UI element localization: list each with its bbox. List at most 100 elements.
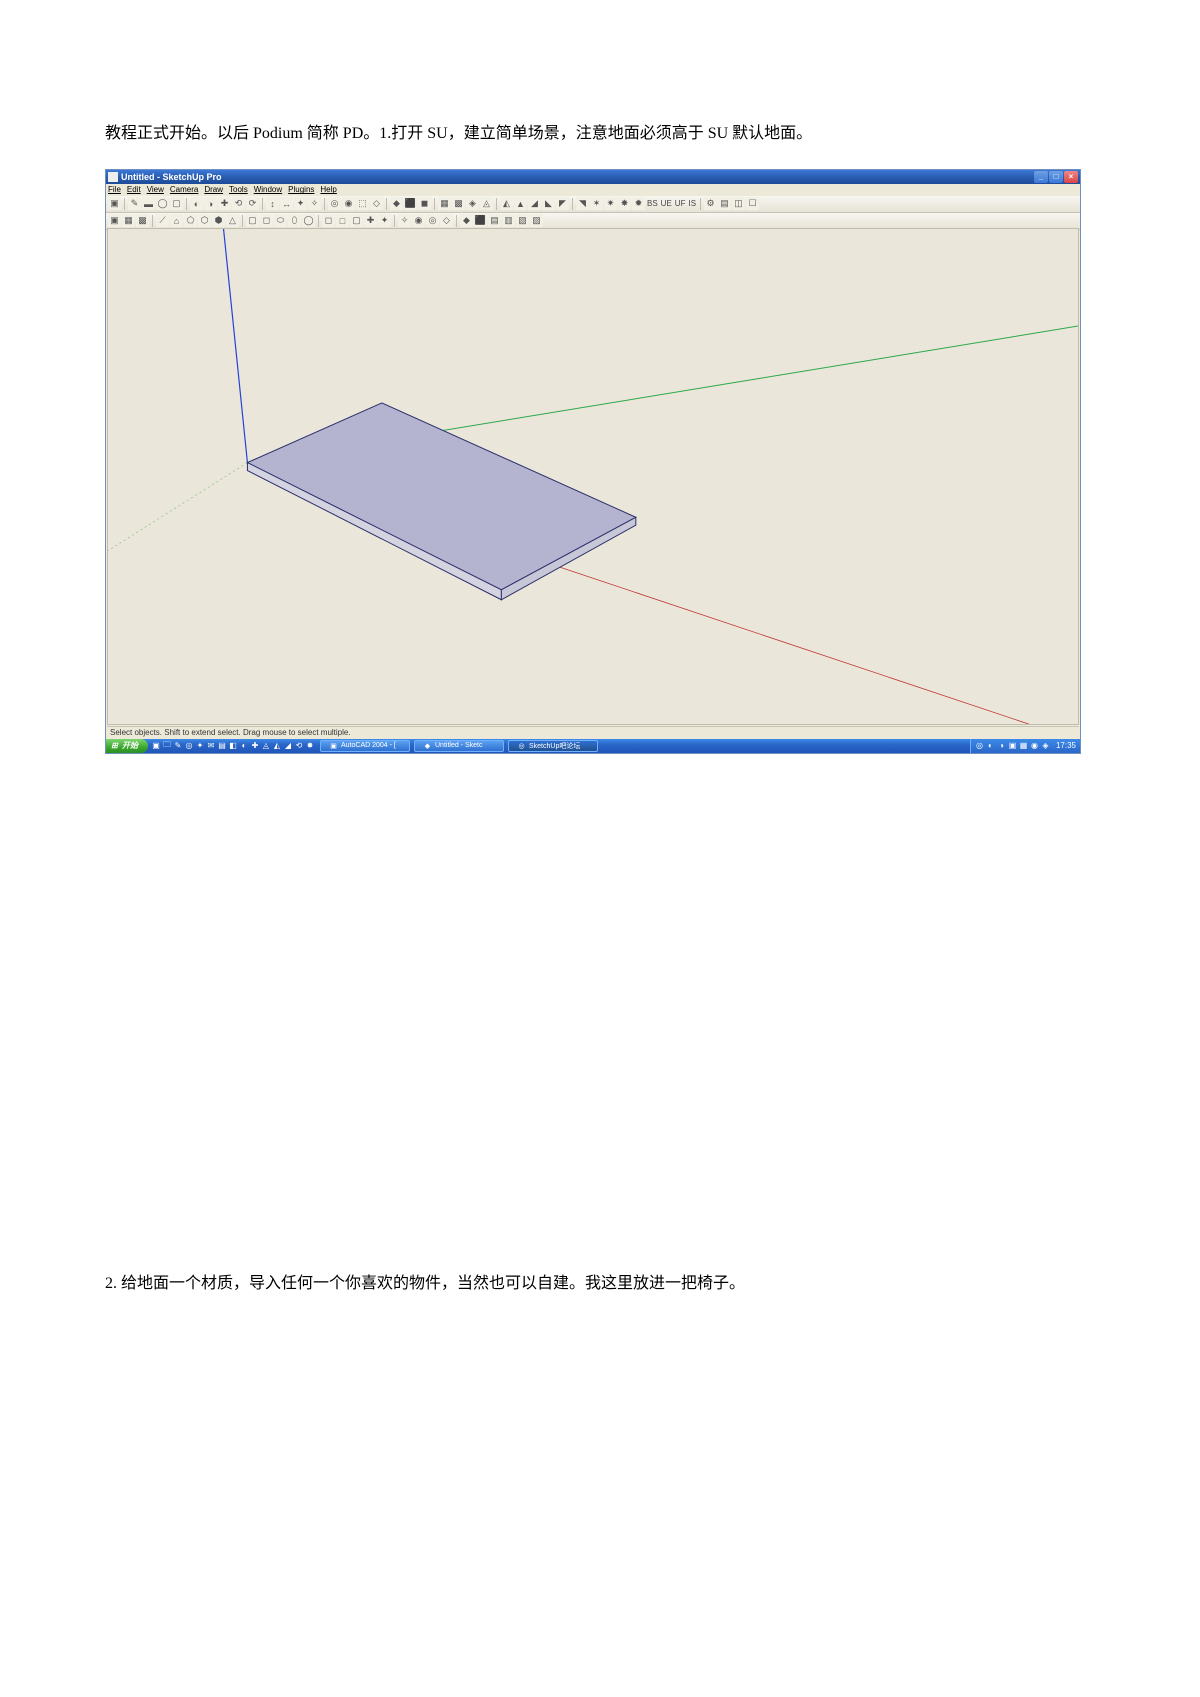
- toolbar1-tail-0[interactable]: ⚙: [704, 197, 717, 210]
- quicklaunch-item-7[interactable]: ◧: [228, 741, 238, 751]
- menu-file[interactable]: File: [108, 185, 121, 194]
- toolbar1-button-21[interactable]: ▦: [438, 197, 451, 210]
- toolbar2-button-28[interactable]: ▨: [530, 214, 543, 227]
- quicklaunch-item-8[interactable]: ◐: [239, 741, 249, 751]
- quicklaunch-item-9[interactable]: ✚: [250, 741, 260, 751]
- menu-draw[interactable]: Draw: [204, 185, 223, 194]
- toolbar1-button-27[interactable]: ◢: [528, 197, 541, 210]
- taskbar-task-0[interactable]: ▣AutoCAD 2004 - [: [320, 740, 410, 752]
- toolbar2-button-21[interactable]: ◎: [426, 214, 439, 227]
- quicklaunch-item-11[interactable]: ◭: [272, 741, 282, 751]
- toolbar2-button-12[interactable]: ⬯: [288, 214, 301, 227]
- toolbar1-button-28[interactable]: ◣: [542, 197, 555, 210]
- model-viewport[interactable]: [107, 228, 1079, 725]
- toolbar1-button-16[interactable]: ⬚: [356, 197, 369, 210]
- toolbar-label-uf[interactable]: UF: [674, 199, 687, 208]
- toolbar1-button-32[interactable]: ✷: [604, 197, 617, 210]
- toolbar1-button-22[interactable]: ▩: [452, 197, 465, 210]
- toolbar2-button-1[interactable]: ▦: [122, 214, 135, 227]
- menu-window[interactable]: Window: [254, 185, 282, 194]
- maximize-button[interactable]: □: [1049, 171, 1063, 183]
- toolbar1-button-26[interactable]: ▲: [514, 197, 527, 210]
- toolbar2-button-15[interactable]: □: [336, 214, 349, 227]
- toolbar2-button-24[interactable]: ⬛: [474, 214, 487, 227]
- toolbar1-button-13[interactable]: ✧: [308, 197, 321, 210]
- toolbar1-button-12[interactable]: ✦: [294, 197, 307, 210]
- toolbar2-button-17[interactable]: ✚: [364, 214, 377, 227]
- quicklaunch-item-12[interactable]: ◢: [283, 741, 293, 751]
- toolbar1-button-1[interactable]: ✎: [128, 197, 141, 210]
- toolbar2-button-11[interactable]: ⬭: [274, 214, 287, 227]
- toolbar1-button-19[interactable]: ⬛: [404, 197, 417, 210]
- toolbar-label-ue[interactable]: UE: [660, 199, 673, 208]
- menu-tools[interactable]: Tools: [229, 185, 248, 194]
- toolbar2-button-14[interactable]: ◻: [322, 214, 335, 227]
- toolbar1-tail-3[interactable]: ☐: [746, 197, 759, 210]
- tray-icon-2[interactable]: ◑: [997, 741, 1006, 750]
- tray-icon-0[interactable]: ◎: [975, 741, 984, 750]
- toolbar1-button-23[interactable]: ◈: [466, 197, 479, 210]
- toolbar1-tail-2[interactable]: ◫: [732, 197, 745, 210]
- toolbar1-button-6[interactable]: ◑: [204, 197, 217, 210]
- toolbar1-button-24[interactable]: ◬: [480, 197, 493, 210]
- toolbar2-button-19[interactable]: ✧: [398, 214, 411, 227]
- toolbar1-button-9[interactable]: ⟳: [246, 197, 259, 210]
- quicklaunch-item-0[interactable]: ▣: [151, 741, 161, 751]
- toolbar1-button-29[interactable]: ◤: [556, 197, 569, 210]
- tray-icon-1[interactable]: ◐: [986, 741, 995, 750]
- toolbar2-button-20[interactable]: ◉: [412, 214, 425, 227]
- toolbar2-button-27[interactable]: ▧: [516, 214, 529, 227]
- toolbar2-button-9[interactable]: ▢: [246, 214, 259, 227]
- toolbar1-tail-1[interactable]: ▤: [718, 197, 731, 210]
- quicklaunch-item-6[interactable]: ▤: [217, 741, 227, 751]
- toolbar2-button-23[interactable]: ◆: [460, 214, 473, 227]
- quicklaunch-item-5[interactable]: ✉: [206, 741, 216, 751]
- tray-icon-6[interactable]: ◈: [1041, 741, 1050, 750]
- minimize-button[interactable]: _: [1034, 171, 1048, 183]
- toolbar1-button-8[interactable]: ⟲: [232, 197, 245, 210]
- toolbar1-button-15[interactable]: ◉: [342, 197, 355, 210]
- menu-help[interactable]: Help: [320, 185, 336, 194]
- quicklaunch-item-1[interactable]: 🗀: [162, 741, 172, 751]
- toolbar1-button-0[interactable]: ▣: [108, 197, 121, 210]
- toolbar1-button-11[interactable]: ↔: [280, 197, 293, 210]
- toolbar-label-is[interactable]: IS: [687, 199, 697, 208]
- toolbar2-button-22[interactable]: ◇: [440, 214, 453, 227]
- quicklaunch-item-2[interactable]: ✎: [173, 741, 183, 751]
- toolbar1-button-31[interactable]: ✶: [590, 197, 603, 210]
- toolbar2-button-6[interactable]: ⬡: [198, 214, 211, 227]
- toolbar1-button-25[interactable]: ◭: [500, 197, 513, 210]
- toolbar2-button-5[interactable]: ⬠: [184, 214, 197, 227]
- menu-plugins[interactable]: Plugins: [288, 185, 314, 194]
- toolbar1-button-17[interactable]: ◇: [370, 197, 383, 210]
- close-button[interactable]: ×: [1064, 171, 1078, 183]
- quicklaunch-item-13[interactable]: ⟲: [294, 741, 304, 751]
- toolbar1-button-7[interactable]: ✚: [218, 197, 231, 210]
- toolbar2-button-8[interactable]: △: [226, 214, 239, 227]
- toolbar2-button-3[interactable]: ⟋: [156, 214, 169, 227]
- quicklaunch-item-4[interactable]: ✦: [195, 741, 205, 751]
- menu-view[interactable]: View: [147, 185, 164, 194]
- toolbar1-button-18[interactable]: ◆: [390, 197, 403, 210]
- toolbar1-button-34[interactable]: ✹: [632, 197, 645, 210]
- toolbar2-button-0[interactable]: ▣: [108, 214, 121, 227]
- toolbar1-button-2[interactable]: ▬: [142, 197, 155, 210]
- toolbar1-button-14[interactable]: ◎: [328, 197, 341, 210]
- tray-icon-3[interactable]: ▣: [1008, 741, 1017, 750]
- toolbar2-button-4[interactable]: ⌂: [170, 214, 183, 227]
- taskbar-task-1[interactable]: ◆Untitled - Sketc: [414, 740, 504, 752]
- toolbar1-button-33[interactable]: ✸: [618, 197, 631, 210]
- toolbar2-button-26[interactable]: ▥: [502, 214, 515, 227]
- quicklaunch-item-3[interactable]: ◎: [184, 741, 194, 751]
- toolbar2-button-10[interactable]: ◻: [260, 214, 273, 227]
- toolbar1-button-3[interactable]: ◯: [156, 197, 169, 210]
- tray-icon-4[interactable]: ▦: [1019, 741, 1028, 750]
- toolbar2-button-18[interactable]: ✦: [378, 214, 391, 227]
- toolbar2-button-2[interactable]: ▩: [136, 214, 149, 227]
- toolbar2-button-16[interactable]: ▢: [350, 214, 363, 227]
- toolbar1-button-10[interactable]: ↕: [266, 197, 279, 210]
- taskbar-task-2[interactable]: ◎SketchUp吧论坛: [508, 740, 598, 752]
- toolbar2-button-25[interactable]: ▤: [488, 214, 501, 227]
- toolbar1-button-5[interactable]: ◐: [190, 197, 203, 210]
- toolbar2-button-13[interactable]: ◯: [302, 214, 315, 227]
